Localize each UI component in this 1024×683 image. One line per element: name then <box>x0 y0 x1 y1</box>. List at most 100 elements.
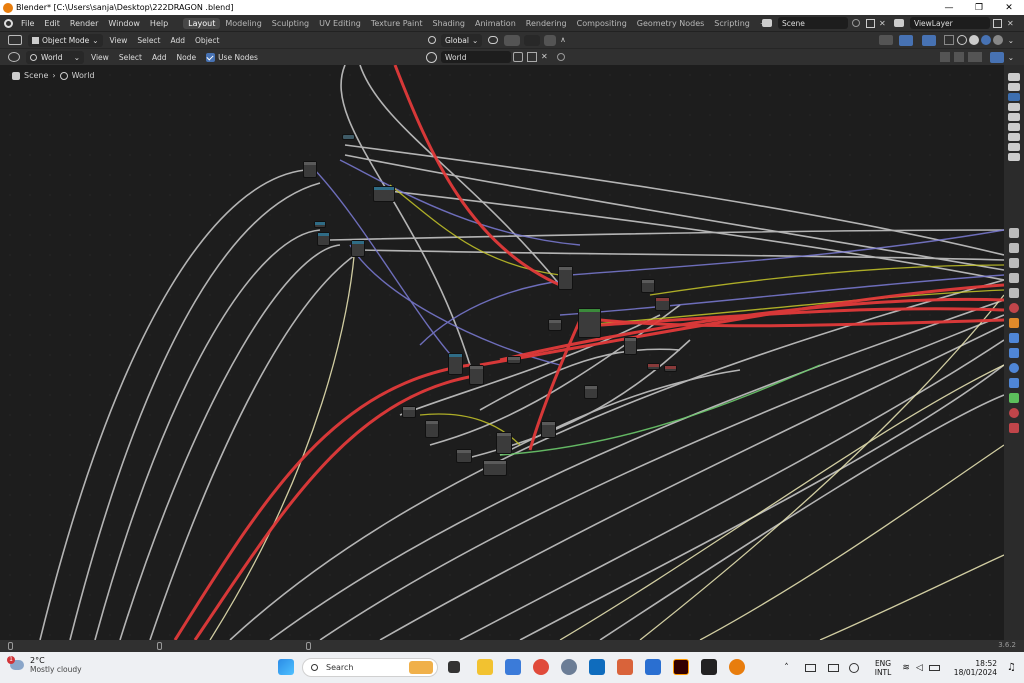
camera-icon[interactable] <box>1008 103 1020 111</box>
close-button[interactable]: ✕ <box>994 3 1024 13</box>
mail-icon[interactable] <box>645 659 661 675</box>
battery-icon[interactable] <box>928 664 940 671</box>
node-editor-canvas[interactable]: Scene › World <box>0 65 1004 640</box>
camera-icon[interactable] <box>1008 93 1020 101</box>
node-8[interactable] <box>641 279 655 293</box>
chrome-icon[interactable] <box>533 659 549 675</box>
node-13[interactable] <box>448 353 463 375</box>
tab-compositing[interactable]: Compositing <box>572 18 632 29</box>
constraints-tab-icon[interactable] <box>1009 378 1019 388</box>
fake-user-icon[interactable] <box>513 52 523 62</box>
shading-material-icon[interactable] <box>980 35 991 45</box>
wifi-icon[interactable]: ≋ <box>902 663 910 673</box>
illustrator-icon[interactable] <box>673 659 689 675</box>
node-1[interactable] <box>303 161 317 178</box>
material-tab-icon[interactable] <box>1009 408 1019 418</box>
output-tab-icon[interactable] <box>1009 258 1019 268</box>
store-icon[interactable] <box>505 659 521 675</box>
node-overlay-icon[interactable] <box>989 51 1004 63</box>
node-23[interactable] <box>456 449 472 463</box>
taskbar-search[interactable]: Search <box>302 658 438 677</box>
task-view-icon[interactable] <box>448 661 460 673</box>
visibility-icon[interactable] <box>878 35 893 45</box>
tab-geometry-nodes[interactable]: Geometry Nodes <box>632 18 709 29</box>
snap-node-dropdown-icon[interactable] <box>967 52 982 62</box>
node-5[interactable] <box>317 232 330 246</box>
shader-type-dropdown[interactable]: World ⌄ <box>26 50 84 64</box>
camera-icon[interactable] <box>1008 123 1020 131</box>
keyboard-icon[interactable] <box>804 663 816 672</box>
view-layer-tab-icon[interactable] <box>1009 273 1019 283</box>
windows-start-icon[interactable] <box>278 659 294 675</box>
node-4[interactable] <box>314 221 326 228</box>
tab-shading[interactable]: Shading <box>427 18 470 29</box>
data-tab-icon[interactable] <box>1009 393 1019 403</box>
shading-solid-icon[interactable] <box>968 35 979 45</box>
xray-icon[interactable] <box>943 35 954 45</box>
node-3[interactable] <box>373 186 395 202</box>
app-icon[interactable] <box>617 659 633 675</box>
physics-tab-icon[interactable] <box>1009 363 1019 373</box>
parent-node-icon[interactable] <box>939 52 950 62</box>
scene-field[interactable]: Scene <box>778 17 848 29</box>
editor-type-icon[interactable] <box>8 35 22 45</box>
modifier-tab-icon[interactable] <box>1009 333 1019 343</box>
node-19[interactable] <box>402 406 416 418</box>
tab-texture-paint[interactable]: Texture Paint <box>366 18 428 29</box>
texture-tab-icon[interactable] <box>1009 423 1019 433</box>
node-9[interactable] <box>655 297 670 311</box>
node-11[interactable] <box>578 308 601 338</box>
menu-add[interactable]: Add <box>147 53 172 62</box>
app-icon[interactable] <box>701 659 717 675</box>
menu-view[interactable]: View <box>86 53 114 62</box>
node-editor-type-icon[interactable] <box>8 52 20 62</box>
menu-edit[interactable]: Edit <box>39 19 65 28</box>
notification-bell-icon[interactable]: ♫ <box>1007 662 1016 673</box>
menu-node[interactable]: Node <box>171 53 201 62</box>
blender-icon[interactable] <box>729 659 745 675</box>
node-2[interactable] <box>342 134 355 140</box>
snap-node-icon[interactable] <box>953 52 964 62</box>
tab-rendering[interactable]: Rendering <box>521 18 572 29</box>
node-20[interactable] <box>425 420 439 438</box>
render-tab-icon[interactable] <box>1009 243 1019 253</box>
outlook-icon[interactable] <box>589 659 605 675</box>
pivot-icon[interactable] <box>488 36 499 44</box>
language-indicator[interactable]: ENG INTL <box>875 659 892 677</box>
minimize-button[interactable]: — <box>934 3 964 13</box>
duplicate-world-icon[interactable] <box>527 52 537 62</box>
menu-select[interactable]: Select <box>114 53 147 62</box>
blender-menu-icon[interactable] <box>0 15 16 31</box>
object-tab-icon[interactable] <box>1009 318 1019 328</box>
settings-icon[interactable] <box>561 659 577 675</box>
camera-icon[interactable] <box>1008 133 1020 141</box>
scene-icon[interactable] <box>762 19 772 27</box>
weather-widget[interactable]: 1 2°C Mostly cloudy <box>7 656 82 674</box>
node-21[interactable] <box>541 421 556 438</box>
delete-scene-icon[interactable]: ✕ <box>879 19 888 28</box>
node-14[interactable] <box>469 365 484 385</box>
camera-icon[interactable] <box>1008 83 1020 91</box>
node-16[interactable] <box>647 363 660 370</box>
shading-wireframe-icon[interactable] <box>956 35 967 45</box>
menu-object[interactable]: Object <box>190 36 224 45</box>
shading-rendered-icon[interactable] <box>992 35 1003 45</box>
file-explorer-icon[interactable] <box>477 659 493 675</box>
proportional-edit-icon[interactable] <box>544 34 557 46</box>
tab-animation[interactable]: Animation <box>470 18 521 29</box>
pin-icon[interactable] <box>852 19 860 27</box>
node-6[interactable] <box>351 240 365 257</box>
new-scene-icon[interactable] <box>866 18 875 28</box>
chevron-down-icon[interactable]: ⌄ <box>1008 36 1014 45</box>
camera-icon[interactable] <box>1008 113 1020 121</box>
object-mode-dropdown[interactable]: Object Mode ⌄ <box>28 33 103 47</box>
menu-help[interactable]: Help <box>145 19 173 28</box>
unlink-world-icon[interactable]: ✕ <box>541 52 551 62</box>
camera-icon[interactable] <box>1008 143 1020 151</box>
use-nodes-checkbox[interactable]: Use Nodes <box>201 52 263 62</box>
delete-view-layer-icon[interactable]: ✕ <box>1007 19 1016 28</box>
menu-add[interactable]: Add <box>166 36 191 45</box>
node-7[interactable] <box>558 266 573 290</box>
clock[interactable]: 18:52 18/01/2024 <box>954 659 997 677</box>
camera-icon[interactable] <box>1008 73 1020 81</box>
